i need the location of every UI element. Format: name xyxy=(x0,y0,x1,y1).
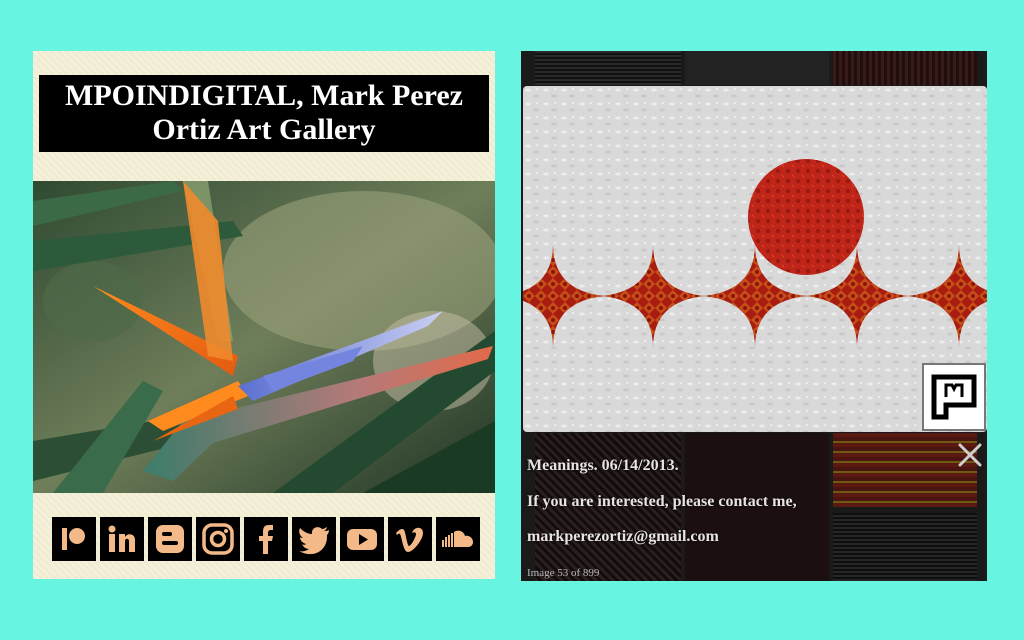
vimeo-link[interactable] xyxy=(388,517,432,561)
close-icon xyxy=(958,443,982,467)
gallery-title-line2: Ortiz Art Gallery xyxy=(152,113,376,146)
caption-contact-line: If you are interested, please contact me… xyxy=(527,493,797,510)
gallery-title-line1: MPOINDIGITAL, Mark Perez xyxy=(65,79,463,112)
mp-logo-badge xyxy=(922,363,986,431)
soundcloud-icon xyxy=(442,530,473,547)
background-thumbnail xyxy=(685,51,829,85)
linkedin-link[interactable] xyxy=(100,517,144,561)
youtube-link[interactable] xyxy=(340,517,384,561)
gallery-panel: MPOINDIGITAL, Mark Perez Ortiz Art Galle… xyxy=(33,51,495,579)
twitter-link[interactable] xyxy=(292,517,336,561)
patreon-icon xyxy=(62,528,85,550)
image-counter: Image 53 of 899 xyxy=(527,567,600,579)
instagram-link[interactable] xyxy=(196,517,240,561)
vimeo-icon xyxy=(396,527,423,552)
bird-of-paradise-flower-photo[interactable] xyxy=(33,181,495,493)
twitter-icon xyxy=(299,527,329,555)
blogger-icon xyxy=(156,525,184,553)
caption-email[interactable]: markperezortiz@gmail.com xyxy=(527,528,719,546)
mp-logo-icon xyxy=(931,374,977,420)
close-button[interactable] xyxy=(956,441,984,469)
patreon-link[interactable] xyxy=(52,517,96,561)
linkedin-icon xyxy=(108,525,135,552)
blogger-link[interactable] xyxy=(148,517,192,561)
lightbox: Meanings. 06/14/2013. If you are interes… xyxy=(521,51,987,581)
artwork-image[interactable] xyxy=(523,86,987,432)
social-links xyxy=(52,517,480,561)
background-thumbnail xyxy=(535,51,681,85)
youtube-icon xyxy=(347,529,377,550)
soundcloud-link[interactable] xyxy=(436,517,480,561)
caption-title: Meanings. 06/14/2013. xyxy=(527,457,679,474)
instagram-icon xyxy=(202,523,234,555)
facebook-link[interactable] xyxy=(244,517,288,561)
background-thumbnail xyxy=(833,513,977,581)
facebook-icon xyxy=(259,525,273,554)
background-thumbnail xyxy=(833,51,977,85)
gallery-title: MPOINDIGITAL, Mark Perez Ortiz Art Galle… xyxy=(39,75,489,152)
